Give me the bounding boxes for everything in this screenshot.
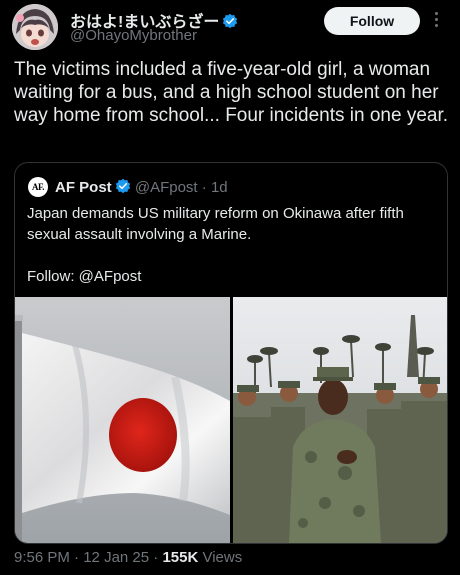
follow-button[interactable]: Follow — [324, 7, 420, 35]
quote-separator: · — [201, 179, 207, 196]
meta-separator: · — [149, 549, 163, 566]
tweet-text: The victims included a five-year-old gir… — [14, 59, 449, 126]
quote-header: AF Post @AFpost · 1d — [55, 178, 228, 196]
marines-group-image — [233, 297, 447, 543]
author-avatar[interactable] — [12, 4, 58, 50]
quote-text: Japan demands US military reform on Okin… — [27, 203, 437, 287]
japan-flag-image — [15, 297, 230, 543]
views-label: Views — [202, 549, 243, 566]
author-handle[interactable]: @OhayoMybrother — [70, 27, 197, 44]
quote-body: Japan demands US military reform on Okin… — [27, 205, 404, 243]
verified-badge-icon — [223, 13, 238, 29]
soldiers-photo[interactable] — [233, 297, 447, 543]
quoted-tweet-card[interactable]: AF. AF Post @AFpost · 1d Japan demands U… — [14, 162, 448, 544]
meta-separator: · — [69, 549, 84, 566]
tweet-meta: 9:56 PM · 12 Jan 25 · 155K Views — [14, 549, 242, 566]
flag-photo[interactable] — [15, 297, 230, 543]
quote-avatar: AF. — [28, 177, 48, 197]
tweet-date[interactable]: 12 Jan 25 — [83, 549, 149, 566]
quote-author-name: AF Post — [55, 179, 112, 196]
verified-badge-icon — [115, 178, 130, 194]
anime-avatar-image — [12, 4, 58, 50]
quote-author-handle: @AFpost — [134, 179, 198, 196]
more-options-icon[interactable] — [431, 10, 441, 32]
tweet-time[interactable]: 9:56 PM — [14, 549, 70, 566]
views-count: 155K — [162, 549, 199, 566]
quote-timestamp: 1d — [210, 179, 228, 196]
quote-follow-line: Follow: @AFpost — [27, 268, 142, 285]
